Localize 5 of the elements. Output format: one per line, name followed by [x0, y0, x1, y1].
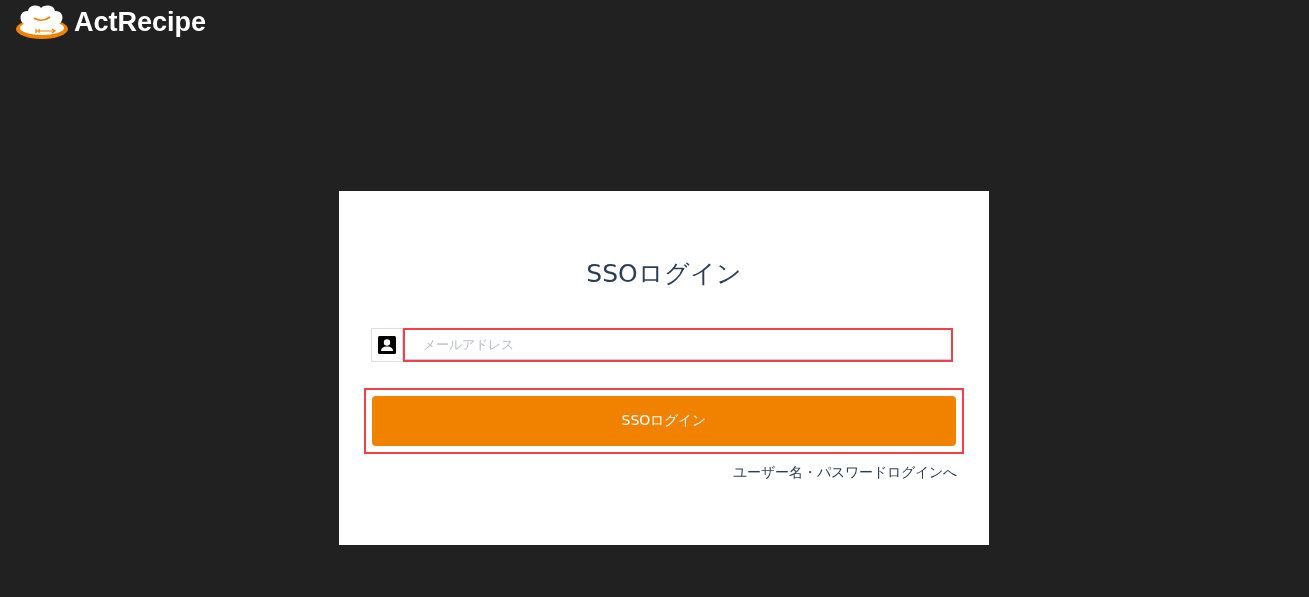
login-title: SSOログイン: [585, 258, 743, 290]
chef-hat-logo-icon: [14, 4, 70, 40]
user-icon: [371, 328, 403, 362]
logo-text: ActRecipe: [74, 6, 207, 38]
password-login-link[interactable]: ユーザー名・パスワードログインへ: [733, 464, 957, 482]
